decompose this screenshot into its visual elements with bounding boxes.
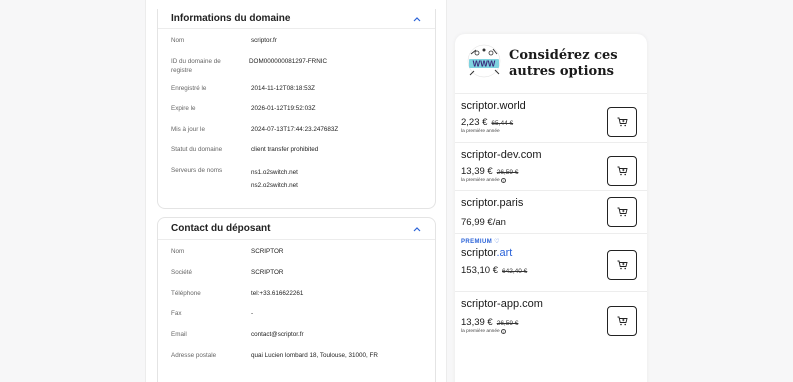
row-label: Statut du domaine <box>171 146 223 153</box>
contact-row-fax: Fax - <box>171 309 422 330</box>
suggestions-header: WWW Considérez ces autres options <box>455 34 647 94</box>
row-value: 2026-01-12T19:52:03Z <box>251 105 316 112</box>
row-value: scriptor.fr <box>251 37 277 44</box>
row-label: Serveurs de noms <box>171 166 223 174</box>
main-column: Informations du domaine Nom scriptor.fr … <box>145 0 447 382</box>
add-to-cart-button[interactable] <box>607 250 637 280</box>
old-price: 26,59 € <box>496 168 519 176</box>
row-label: Société <box>171 268 193 276</box>
svg-text:WWW: WWW <box>473 60 496 69</box>
cart-icon <box>617 166 628 175</box>
row-value: - <box>251 310 254 318</box>
first-year-text: la première année <box>461 177 500 183</box>
row-label: Téléphone <box>171 289 201 297</box>
cart-icon <box>617 316 628 326</box>
price: 153,10 € <box>461 265 498 276</box>
row-value: ns1.o2switch.net ns2.o2switch.net <box>251 166 422 192</box>
row-value: DOM000000081297-FRNIC <box>249 57 328 65</box>
contact-row-name: Nom SCRIPTOR <box>171 247 422 268</box>
row-value: SCRIPTOR <box>251 248 284 255</box>
contact-header[interactable]: Contact du déposant <box>158 218 435 240</box>
row-label: Nom <box>171 37 185 44</box>
old-price: 642,40 € <box>501 268 528 275</box>
first-year-text: la première année <box>461 129 500 134</box>
suggestions-title: Considérez ces autres options <box>509 47 618 79</box>
row-value: 2024-07-13T17:44:23.247683Z <box>251 125 339 133</box>
domain-row-registry-id: ID du domaine de registre DOM00000008129… <box>171 57 422 84</box>
first-year-text: la première année <box>461 329 500 334</box>
www-illustration-icon: WWW <box>465 42 503 85</box>
row-label: Enregistré le <box>171 84 207 92</box>
contact-row-company: Société SCRIPTOR <box>171 268 422 289</box>
add-to-cart-button[interactable] <box>607 306 637 336</box>
add-to-cart-button[interactable] <box>607 155 637 186</box>
price: 13,39 € <box>461 165 493 177</box>
chevron-up-icon[interactable] <box>412 14 422 24</box>
row-label: Nom <box>171 248 185 255</box>
row-label: ID du domaine de registre <box>171 57 221 75</box>
domain-name-tld: .art <box>496 247 513 259</box>
domain-row-expires: Expire le 2026-01-12T19:52:03Z <box>171 104 422 125</box>
cart-icon <box>617 260 628 270</box>
row-label: Adresse postale <box>171 351 217 359</box>
info-icon[interactable]: i <box>500 177 506 183</box>
row-label: Mis à jour le <box>171 125 205 133</box>
suggestion-item: scriptor-dev.com 13,39 € 26,59 € la prem… <box>455 143 647 191</box>
price: 76,99 €/an <box>461 217 506 228</box>
domain-info-title: Informations du domaine <box>171 13 291 24</box>
domain-name-base: scriptor <box>461 247 497 259</box>
contact-card: Contact du déposant Nom SCRIPTOR Société… <box>157 217 436 382</box>
row-label: Expire le <box>171 105 196 112</box>
domain-row-updated: Mis à jour le 2024-07-13T17:44:23.247683… <box>171 125 422 146</box>
row-value: SCRIPTOR <box>251 268 284 276</box>
premium-badge: PREMIUM ♡ <box>461 238 647 246</box>
chevron-up-icon[interactable] <box>412 224 422 234</box>
price: 2,23 € <box>461 117 488 128</box>
add-to-cart-button[interactable] <box>607 197 637 227</box>
contact-row-email: Email contact@scriptor.fr <box>171 330 422 351</box>
nameserver-2: ns2.o2switch.net <box>251 181 298 189</box>
domain-row-status: Statut du domaine client transfer prohib… <box>171 145 422 166</box>
row-value: 2014-11-12T08:18:53Z <box>251 84 315 92</box>
contact-title: Contact du déposant <box>171 223 271 234</box>
add-to-cart-button[interactable] <box>607 107 637 137</box>
premium-label: PREMIUM <box>461 238 493 245</box>
cart-icon <box>617 117 628 127</box>
domain-row-registered: Enregistré le 2014-11-12T08:18:53Z <box>171 84 422 105</box>
domain-row-nameservers: Serveurs de noms ns1.o2switch.net ns2.o2… <box>171 166 422 192</box>
old-price: 26,59 € <box>496 320 519 327</box>
row-value: client transfer prohibited <box>251 146 319 153</box>
row-value: tel:+33.616622261 <box>251 289 304 297</box>
contact-row-phone: Téléphone tel:+33.616622261 <box>171 289 422 310</box>
nameserver-1: ns1.o2switch.net <box>251 168 298 176</box>
diamond-icon: ♡ <box>494 239 500 245</box>
row-value: quai Lucien lombard 18, Toulouse, 31000,… <box>251 351 378 359</box>
contact-row-address: Adresse postale quai Lucien lombard 18, … <box>171 351 422 372</box>
price: 13,39 € <box>461 317 493 328</box>
domain-info-card: Informations du domaine Nom scriptor.fr … <box>157 9 436 209</box>
domain-info-header[interactable]: Informations du domaine <box>158 9 435 29</box>
info-icon[interactable]: i <box>500 329 506 334</box>
domain-row-name: Nom scriptor.fr <box>171 36 422 57</box>
suggestion-item: scriptor.paris 76,99 €/an <box>455 191 647 234</box>
old-price: 65,44 € <box>491 120 514 127</box>
row-label: Fax <box>171 310 182 318</box>
suggestion-item: scriptor-app.com 13,39 € 26,59 € la prem… <box>455 292 647 341</box>
cart-icon <box>617 207 628 217</box>
suggestion-item: scriptor.world 2,23 € 65,44 € la premièr… <box>455 94 647 143</box>
row-value: contact@scriptor.fr <box>251 331 304 339</box>
suggestions-panel: WWW Considérez ces autres options script… <box>455 34 647 382</box>
row-label: Email <box>171 331 187 339</box>
suggestion-item-premium: PREMIUM ♡ scriptor.art 153,10 € 642,40 € <box>455 234 647 292</box>
